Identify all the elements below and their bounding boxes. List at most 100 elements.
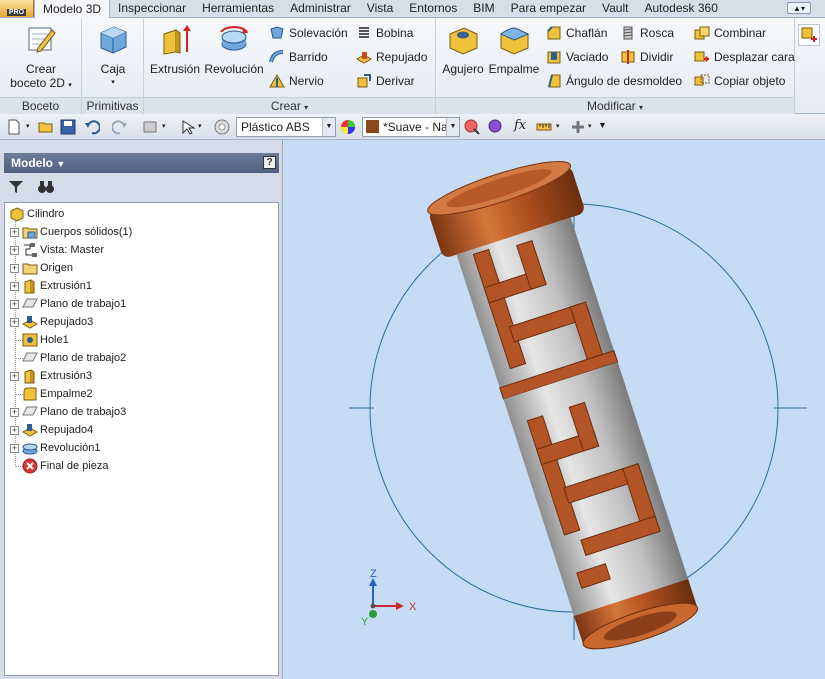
derivar-button[interactable]: Derivar — [356, 71, 415, 91]
appearance-select[interactable]: *Suave - Na ▼ — [362, 117, 460, 137]
appearance-value: *Suave - Na — [383, 120, 448, 134]
new-file-dropdown-icon[interactable]: ▾ — [26, 122, 30, 130]
tree-node-extrusion1[interactable]: + Extrusión1 — [10, 277, 92, 295]
expand-icon[interactable]: + — [10, 281, 19, 291]
material-value: Plástico ABS — [241, 120, 310, 134]
vaciado-button[interactable]: Vaciado — [546, 47, 608, 67]
tab-autodesk-360[interactable]: Autodesk 360 — [636, 0, 725, 17]
caja-button[interactable]: Caja ▾ — [90, 22, 136, 90]
nervio-button[interactable]: Nervio — [269, 71, 324, 91]
expand-icon[interactable]: + — [10, 407, 19, 417]
update-dropdown-icon[interactable]: ▾ — [162, 122, 166, 130]
tree-node-revolucion1[interactable]: + Revolución1 — [10, 439, 101, 457]
copy-object-icon — [694, 74, 710, 86]
expand-icon[interactable]: + — [10, 245, 19, 255]
model-browser: Modelo ▼ ? Cilindro + Cuerpos sólidos(1) + V… — [0, 140, 283, 679]
tree-node-hole1[interactable]: Hole1 — [10, 331, 69, 349]
chaflan-button[interactable]: Chaflán — [546, 23, 607, 43]
copiar-objeto-button[interactable]: Copiar objeto — [694, 71, 785, 91]
redo-icon[interactable] — [112, 119, 128, 135]
undo-icon[interactable] — [84, 119, 100, 135]
bobina-button[interactable]: Bobina — [356, 23, 413, 43]
filter-icon[interactable] — [8, 179, 24, 195]
fillet-icon — [500, 27, 530, 55]
application-menu-button[interactable]: PRO — [0, 0, 34, 17]
emboss-feature-icon — [22, 424, 38, 437]
expand-icon[interactable]: + — [10, 425, 19, 435]
expand-icon[interactable]: + — [10, 443, 19, 453]
shell-icon — [547, 51, 561, 64]
revolucion-button[interactable]: Revolución — [203, 22, 265, 76]
tree-node-label: Repujado4 — [40, 424, 94, 436]
new-file-icon[interactable] — [6, 119, 22, 135]
tree-node-final-de-pieza[interactable]: Final de pieza — [10, 457, 109, 475]
tab-bim[interactable]: BIM — [465, 0, 502, 17]
help-icon[interactable]: ? — [263, 156, 276, 169]
work-plane-icon — [22, 406, 38, 416]
expand-icon[interactable]: + — [10, 317, 19, 327]
tab-entornos[interactable]: Entornos — [401, 0, 465, 17]
tree-node-repujado4[interactable]: + Repujado4 — [10, 421, 93, 439]
update-icon[interactable] — [142, 119, 158, 135]
barrido-button[interactable]: Barrido — [269, 47, 328, 67]
clear-appearance-icon[interactable] — [464, 119, 480, 135]
select-icon[interactable] — [180, 119, 196, 135]
expand-icon[interactable]: + — [10, 263, 19, 273]
combinar-button[interactable]: Combinar — [694, 23, 766, 43]
add-dropdown-icon[interactable]: ▾ — [588, 122, 592, 130]
tab-para-empezar[interactable]: Para empezar — [503, 0, 594, 17]
tree-node-extrusion3[interactable]: + Extrusión3 — [10, 367, 92, 385]
ribbon-options-button[interactable]: ▲▾ — [787, 2, 811, 14]
pro-badge: PRO — [6, 9, 27, 16]
open-folder-icon[interactable] — [38, 119, 54, 135]
tab-inspeccionar[interactable]: Inspeccionar — [110, 0, 194, 17]
tree-node-origen[interactable]: + Origen — [10, 259, 73, 277]
tree-node-label: Extrusión1 — [40, 280, 92, 292]
measure-dropdown-icon[interactable]: ▾ — [556, 122, 560, 130]
customize-qat-icon[interactable]: ▼ — [598, 120, 607, 130]
emboss-feature-icon — [22, 316, 38, 329]
browser-title-bar[interactable]: Modelo ▼ ? — [4, 153, 279, 173]
tree-node-plano-de-trabajo1[interactable]: + Plano de trabajo1 — [10, 295, 126, 313]
tree-node-vista-master[interactable]: + Vista: Master — [10, 241, 104, 259]
save-icon[interactable] — [60, 119, 76, 135]
expand-icon[interactable]: + — [10, 371, 19, 381]
rosca-button[interactable]: Rosca — [620, 23, 674, 43]
revolve-feature-icon — [22, 443, 38, 455]
tree-node-empalme2[interactable]: Empalme2 — [10, 385, 93, 403]
repujado-button[interactable]: Repujado — [356, 47, 427, 67]
empalme-button[interactable]: Empalme — [488, 22, 540, 76]
select-dropdown-icon[interactable]: ▾ — [198, 122, 202, 130]
tree-node-label: Cuerpos sólidos(1) — [40, 226, 133, 238]
expand-icon[interactable]: + — [10, 227, 19, 237]
tab-herramientas[interactable]: Herramientas — [194, 0, 282, 17]
split-icon — [621, 50, 635, 64]
extrusion-button[interactable]: Extrusión — [147, 22, 203, 76]
tab-modelo-3d[interactable]: Modelo 3D — [34, 0, 111, 18]
appearance-color-wheel-icon[interactable] — [340, 119, 356, 135]
crear-boceto-2d-button[interactable]: Crear boceto 2D ▾ — [6, 22, 76, 93]
graphics-viewport[interactable]: Z X Y — [284, 140, 825, 679]
parameters-fx-icon[interactable]: fx — [514, 118, 526, 133]
desplazar-cara-button[interactable]: Desplazar cara — [694, 47, 795, 67]
find-binoculars-icon[interactable] — [37, 179, 55, 195]
add-icon[interactable] — [570, 119, 586, 135]
tab-vista[interactable]: Vista — [359, 0, 401, 17]
convert-to-sheet-metal-button[interactable] — [798, 24, 820, 46]
dividir-button[interactable]: Dividir — [620, 47, 673, 67]
tree-node-repujado3[interactable]: + Repujado3 — [10, 313, 93, 331]
adjust-appearance-icon[interactable] — [488, 119, 504, 135]
measure-icon[interactable] — [536, 119, 552, 135]
tab-administrar[interactable]: Administrar — [282, 0, 359, 17]
tree-node-plano-de-trabajo2[interactable]: Plano de trabajo2 — [10, 349, 126, 367]
solevacion-button[interactable]: Solevación — [269, 23, 348, 43]
material-select[interactable]: Plástico ABS ▼ — [236, 117, 336, 137]
tab-vault[interactable]: Vault — [594, 0, 636, 17]
tree-root-cilindro[interactable]: Cilindro — [9, 205, 64, 223]
tree-node-cuerpos-solidos-1[interactable]: + Cuerpos sólidos(1) — [10, 223, 132, 241]
angulo-desmoldeo-button[interactable]: Ángulo de desmoldeo — [546, 71, 682, 91]
tree-node-label: Plano de trabajo3 — [40, 406, 127, 418]
tree-node-plano-de-trabajo3[interactable]: + Plano de trabajo3 — [10, 403, 126, 421]
expand-icon[interactable]: + — [10, 299, 19, 309]
agujero-button[interactable]: Agujero — [440, 22, 486, 76]
